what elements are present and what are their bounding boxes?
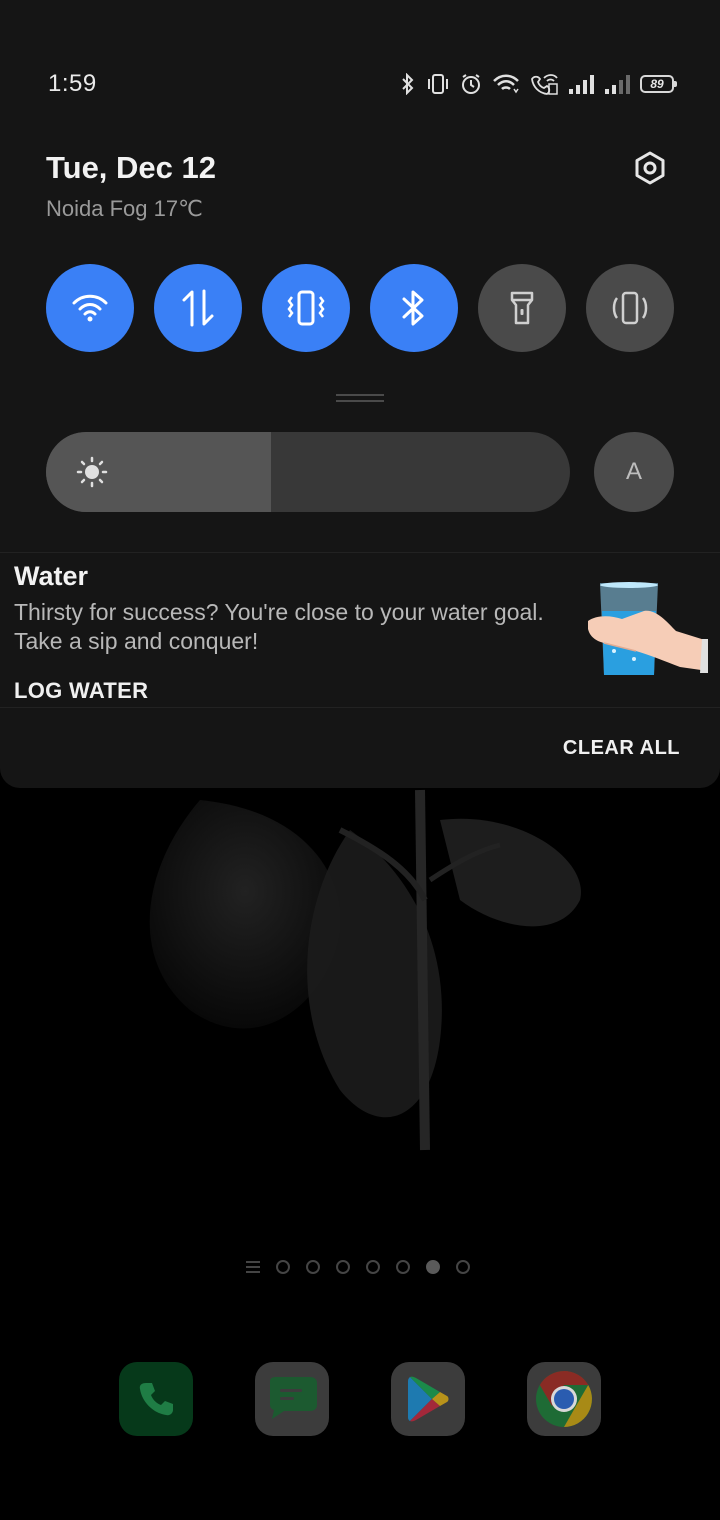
water-notification[interactable]: Water Thirsty for success? You're close …	[0, 552, 720, 708]
vibrate-icon	[287, 290, 325, 326]
battery-level: 89	[650, 77, 664, 91]
notification-shade: 1:59 89 Tue, Dec 12 Noida Fog 17℃ A Wate…	[0, 0, 720, 788]
page-indicator	[246, 1258, 470, 1276]
signal-icon	[569, 75, 594, 94]
auto-brightness-button[interactable]: A	[594, 432, 674, 512]
vibrate-icon	[428, 74, 448, 94]
wifi-icon	[493, 74, 519, 94]
tile-wifi[interactable]	[46, 264, 134, 352]
status-bar: 1:59 89	[0, 0, 720, 168]
notification-body: Thirsty for success? You're close to you…	[14, 599, 544, 654]
chrome-app[interactable]	[527, 1362, 601, 1436]
page-dot[interactable]	[366, 1260, 380, 1274]
date-text: Tue, Dec 12	[46, 150, 217, 185]
messages-app[interactable]	[255, 1362, 329, 1436]
wifi-icon	[72, 294, 108, 322]
water-glass-icon	[588, 582, 708, 675]
brightness-slider[interactable]	[46, 432, 570, 512]
bluetooth-icon	[402, 290, 424, 326]
page-dot[interactable]	[456, 1260, 470, 1274]
page-dot[interactable]	[276, 1260, 290, 1274]
tile-bluetooth[interactable]	[370, 264, 458, 352]
wifi-calling-icon	[531, 74, 558, 95]
page-dot[interactable]	[306, 1260, 320, 1274]
rotate-icon	[612, 291, 648, 325]
tile-vibrate[interactable]	[262, 264, 350, 352]
signal-icon	[605, 75, 630, 94]
message-icon	[270, 1377, 317, 1419]
gear-icon	[635, 151, 665, 185]
play-store-app[interactable]	[391, 1362, 465, 1436]
chrome-icon	[536, 1371, 592, 1427]
status-icons: 89	[400, 70, 677, 98]
tile-auto-rotate[interactable]	[586, 264, 674, 352]
brightness-icon	[76, 456, 108, 488]
phone-icon	[139, 1383, 173, 1416]
weather-text: Noida Fog 17℃	[46, 196, 203, 221]
log-water-button[interactable]: LOG WATER	[14, 678, 148, 704]
play-store-icon	[408, 1376, 449, 1422]
tile-flashlight[interactable]	[478, 264, 566, 352]
data-arrows-icon	[182, 289, 214, 327]
settings-button[interactable]	[628, 146, 672, 190]
quick-settings-tiles	[46, 264, 674, 352]
page-dot[interactable]	[396, 1260, 410, 1274]
tile-mobile-data[interactable]	[154, 264, 242, 352]
alarm-icon	[462, 74, 480, 94]
expand-handle[interactable]	[336, 394, 384, 402]
battery-icon: 89	[640, 75, 677, 93]
notification-title: Water	[14, 561, 89, 591]
page-dot[interactable]	[426, 1260, 440, 1274]
bluetooth-icon	[402, 73, 414, 95]
flashlight-icon	[510, 291, 534, 325]
page-dot[interactable]	[336, 1260, 350, 1274]
status-time: 1:59	[48, 70, 97, 97]
phone-app[interactable]	[119, 1362, 193, 1436]
clear-all-button[interactable]: CLEAR ALL	[563, 737, 680, 760]
app-drawer-icon[interactable]	[246, 1261, 260, 1273]
dock	[119, 1362, 601, 1436]
